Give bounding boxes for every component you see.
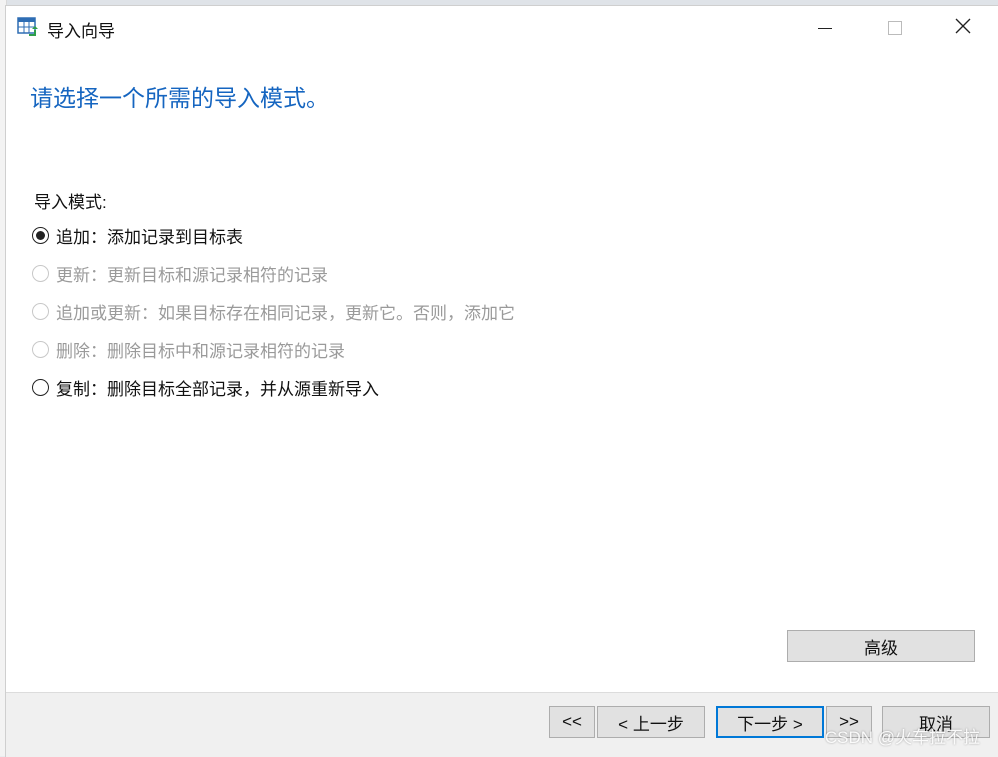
radio-button-checked[interactable]	[32, 227, 49, 244]
radio-button	[32, 341, 49, 358]
next-step-button[interactable]: 下一步 >	[716, 706, 824, 738]
first-step-button[interactable]: <<	[549, 706, 595, 738]
table-import-icon	[17, 16, 39, 38]
advanced-button[interactable]: 高级	[787, 630, 975, 662]
radio-button	[32, 265, 49, 282]
previous-step-button[interactable]: < 上一步	[597, 706, 705, 738]
maximize-button[interactable]	[860, 6, 930, 50]
close-button[interactable]	[928, 6, 998, 50]
option-label-append-or-update: 追加或更新：如果目标存在相同记录，更新它。否则，添加它	[56, 299, 515, 324]
radio-option-append[interactable]: 追加：添加记录到目标表	[32, 221, 243, 249]
minimize-icon	[818, 28, 832, 29]
import-mode-label: 导入模式:	[34, 188, 107, 213]
radio-dot	[36, 231, 45, 240]
radio-button	[32, 303, 49, 320]
option-label-append: 追加：添加记录到目标表	[56, 223, 243, 248]
import-wizard-dialog: 导入向导 请选择一个所需的导入模式。 导入模式: 追加：添加记录到目标表 更新：…	[6, 6, 998, 756]
option-label-update: 更新：更新目标和源记录相符的记录	[56, 261, 328, 286]
option-label-delete: 删除：删除目标中和源记录相符的记录	[56, 337, 345, 362]
option-label-copy: 复制：删除目标全部记录，并从源重新导入	[56, 375, 379, 400]
radio-option-append-or-update: 追加或更新：如果目标存在相同记录，更新它。否则，添加它	[32, 297, 515, 325]
minimize-button[interactable]	[790, 6, 860, 50]
title-bar: 导入向导	[6, 6, 998, 50]
radio-option-copy[interactable]: 复制：删除目标全部记录，并从源重新导入	[32, 373, 379, 401]
radio-option-update: 更新：更新目标和源记录相符的记录	[32, 259, 328, 287]
radio-option-delete: 删除：删除目标中和源记录相符的记录	[32, 335, 345, 363]
close-icon	[955, 18, 971, 39]
window-title: 导入向导	[47, 17, 115, 42]
maximize-icon	[888, 21, 902, 35]
radio-button[interactable]	[32, 379, 49, 396]
wizard-heading: 请选择一个所需的导入模式。	[30, 79, 329, 113]
watermark: CSDN @火车拉不拉	[825, 723, 980, 748]
